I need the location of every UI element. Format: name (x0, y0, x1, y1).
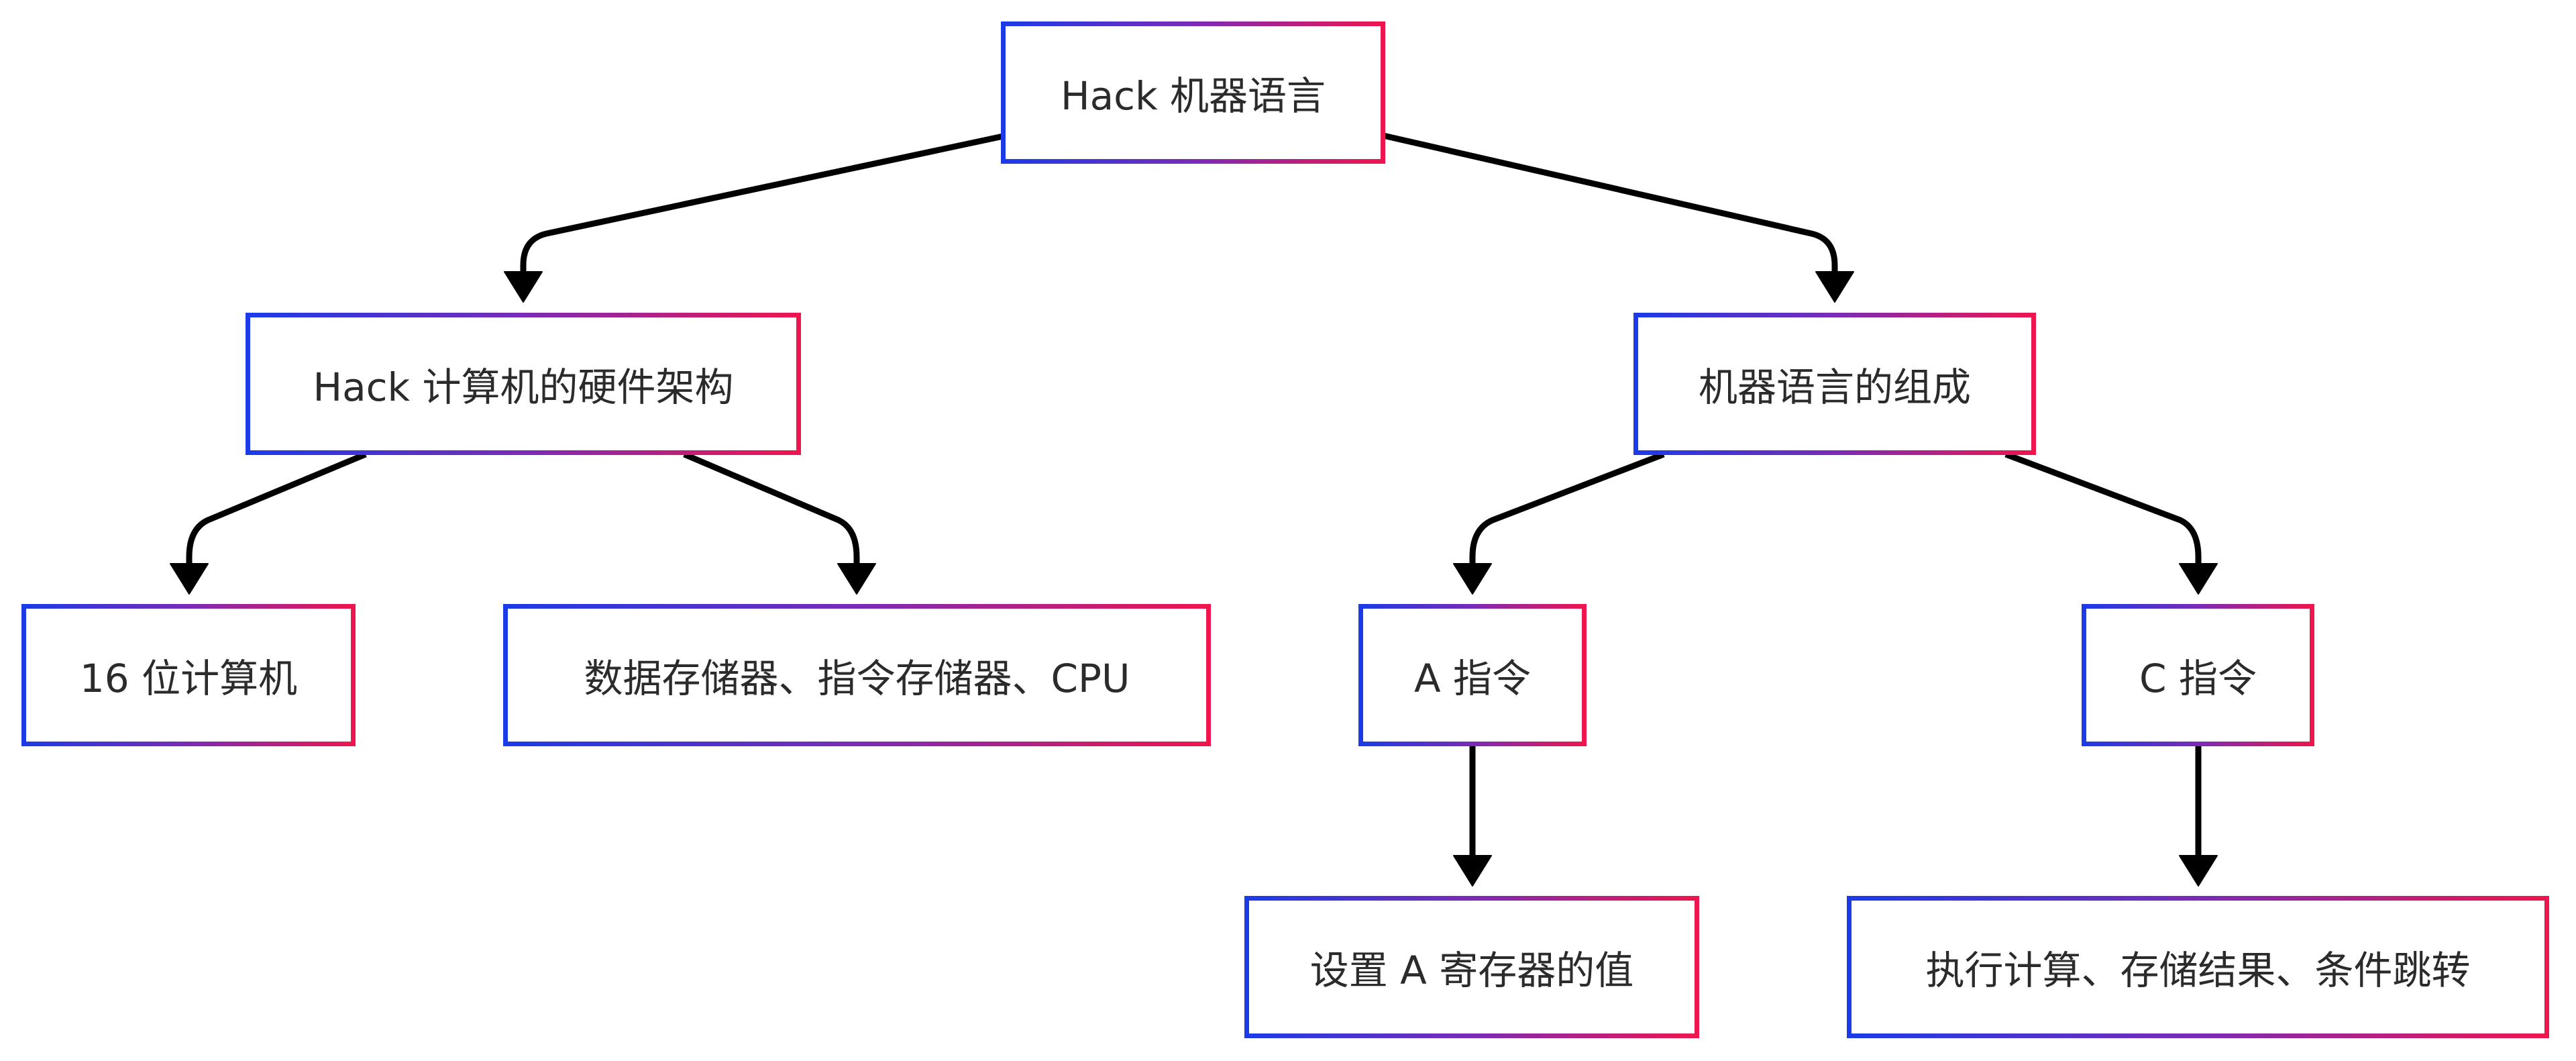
edge-root-hardware (520, 132, 1007, 275)
arrowhead-bit16 (170, 563, 209, 595)
node-16bit-computer: 16 位计算机 (21, 604, 356, 746)
node-label: Hack 机器语言 (1060, 73, 1326, 119)
node-language-composition: 机器语言的组成 (1633, 313, 2036, 455)
node-set-a-register: 设置 A 寄存器的值 (1244, 896, 1699, 1038)
arrowhead-a (1453, 563, 1492, 595)
edge-hardware-storage (683, 451, 860, 567)
node-c-instruction: C 指令 (2082, 604, 2314, 746)
arrowhead-storage (837, 563, 876, 595)
node-label: C 指令 (2139, 656, 2257, 701)
arrowhead-hardware (504, 271, 543, 303)
node-a-instruction: A 指令 (1358, 604, 1587, 746)
arrowhead-c (2179, 563, 2218, 595)
node-compute-store-jump: 执行计算、存储结果、条件跳转 (1847, 896, 2549, 1038)
edge-composition-a (1469, 451, 1665, 567)
node-label: 执行计算、存储结果、条件跳转 (1925, 948, 2471, 993)
edge-composition-c (2004, 451, 2202, 567)
arrowhead-c-desc (2179, 855, 2218, 887)
node-hardware-architecture: Hack 计算机的硬件架构 (246, 313, 801, 455)
node-label: 机器语言的组成 (1698, 364, 1971, 410)
node-label: 设置 A 寄存器的值 (1309, 948, 1634, 993)
edge-hardware-bit16 (186, 451, 367, 567)
node-label: 数据存储器、指令存储器、CPU (584, 656, 1130, 701)
node-label: Hack 计算机的硬件架构 (313, 364, 734, 410)
tree-diagram: Hack 机器语言 Hack 计算机的硬件架构 机器语言的组成 16 位计算机 … (0, 0, 2576, 1061)
node-label: 16 位计算机 (79, 656, 298, 701)
node-hack-machine-language: Hack 机器语言 (1001, 21, 1385, 164)
arrowhead-composition (1815, 271, 1854, 303)
node-memory-cpu: 数据存储器、指令存储器、CPU (503, 604, 1211, 746)
arrowhead-a-desc (1453, 855, 1492, 887)
edge-root-composition (1382, 132, 1838, 275)
node-label: A 指令 (1413, 656, 1532, 701)
